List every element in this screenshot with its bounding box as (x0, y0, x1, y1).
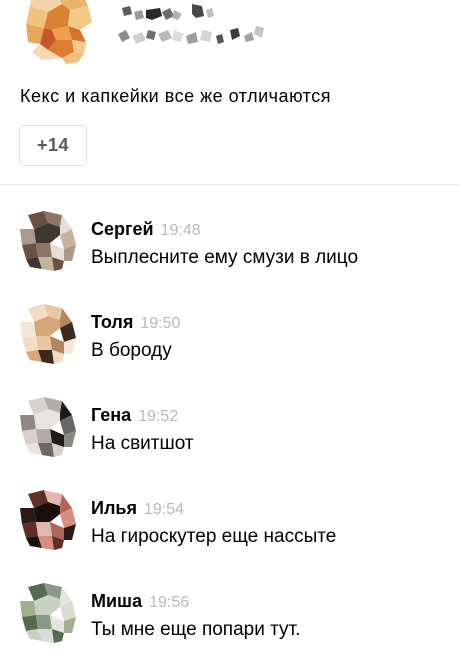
commenter-avatar[interactable] (14, 581, 78, 645)
comment-header: Гена 19:52 (91, 405, 178, 426)
comment-header: Миша 19:56 (91, 591, 189, 612)
post-author-avatar[interactable] (22, 0, 94, 64)
comment-author[interactable]: Миша (91, 591, 142, 611)
commenter-avatar[interactable] (14, 302, 78, 366)
comment-time[interactable]: 19:54 (144, 501, 184, 518)
comment-item: Миша 19:56 Ты мне еще попари тут. (0, 557, 459, 647)
comment-header: Сергей 19:48 (91, 219, 201, 240)
post-author-name-blurred[interactable] (112, 0, 272, 54)
show-more-replies-button[interactable]: +14 (19, 125, 87, 166)
comment-time[interactable]: 19:56 (149, 594, 189, 611)
comment-text: Ты мне еще попари тут. (91, 619, 301, 640)
comment-item: Толя 19:50 В бороду (0, 278, 459, 368)
post-text: Кекс и капкейки все же отличаются (20, 86, 331, 106)
comment-author[interactable]: Гена (91, 405, 131, 425)
comment-header: Толя 19:50 (91, 312, 180, 333)
comment-text: На свитшот (91, 433, 194, 454)
comment-header: Илья 19:54 (91, 498, 184, 519)
comment-author[interactable]: Илья (91, 498, 137, 518)
comment-author[interactable]: Толя (91, 312, 133, 332)
comments-page: Кекс и капкейки все же отличаются +14 Се… (0, 0, 459, 653)
post-header: Кекс и капкейки все же отличаются (0, 0, 459, 106)
comment-author[interactable]: Сергей (91, 219, 154, 239)
comment-item: Сергей 19:48 Выплесните ему смузи в лицо (0, 185, 459, 275)
comment-time[interactable]: 19:52 (138, 408, 178, 425)
comment-time[interactable]: 19:50 (140, 315, 180, 332)
comment-text: В бороду (91, 340, 172, 361)
comment-text: На гироскутер еще нассыте (91, 526, 337, 547)
commenter-avatar[interactable] (14, 488, 78, 552)
comment-text: Выплесните ему смузи в лицо (91, 247, 359, 268)
comment-item: Гена 19:52 На свитшот (0, 371, 459, 461)
commenter-avatar[interactable] (14, 209, 78, 273)
commenter-avatar[interactable] (14, 395, 78, 459)
comment-time[interactable]: 19:48 (161, 222, 201, 239)
comment-item: Илья 19:54 На гироскутер еще нассыте (0, 464, 459, 554)
